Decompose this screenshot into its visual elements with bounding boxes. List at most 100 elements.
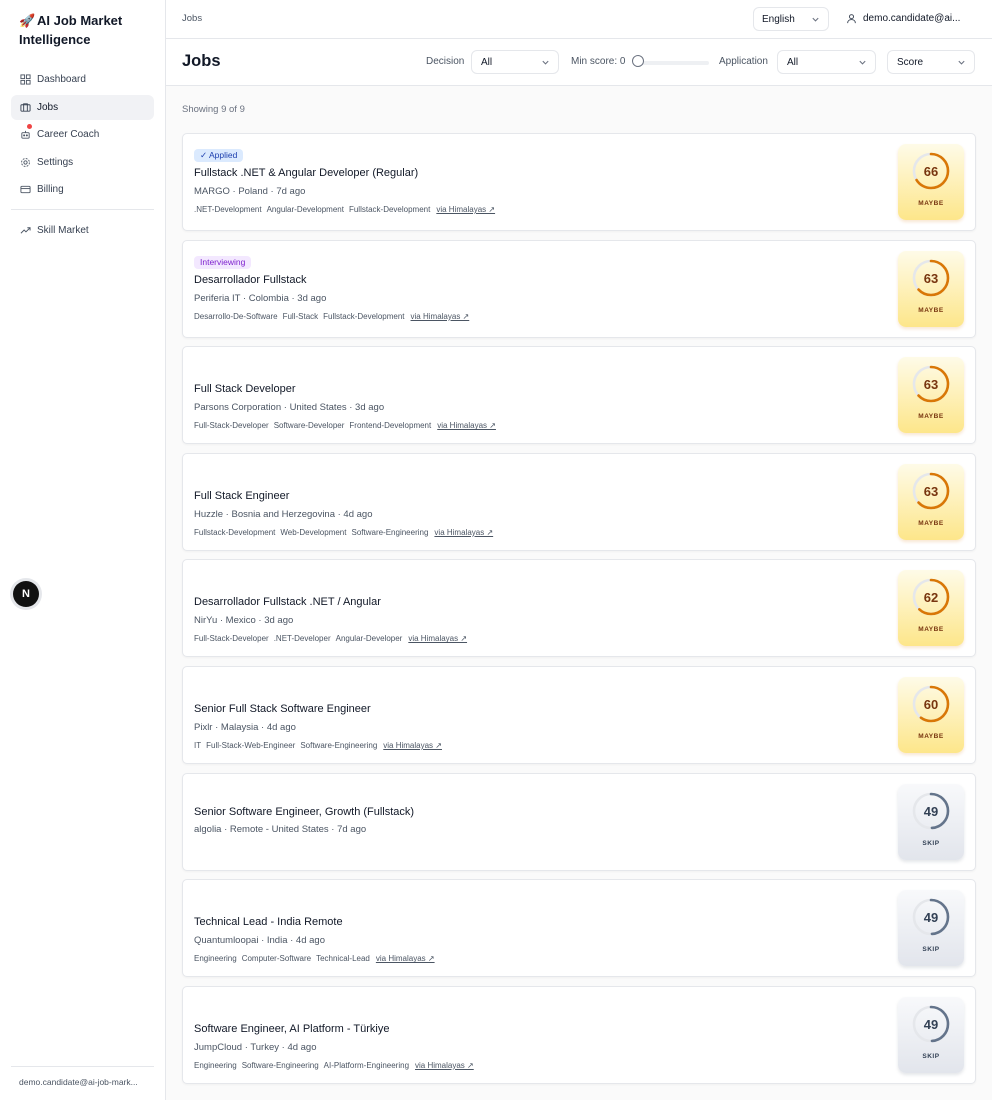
job-title[interactable]: Full Stack Developer xyxy=(194,383,296,395)
job-meta: Huzzle · Bosnia and Herzegovina · 4d ago xyxy=(194,508,373,520)
source-link[interactable]: via Himalayas ↗ xyxy=(383,741,442,750)
job-card[interactable]: ✓ Applied Fullstack .NET & Angular Develo… xyxy=(182,133,976,231)
min-score-label: Min score: 0 xyxy=(571,56,626,67)
score-value: 63 xyxy=(923,483,939,499)
job-title[interactable]: Senior Software Engineer, Growth (Fullst… xyxy=(194,806,414,818)
job-tag: AI-Platform-Engineering xyxy=(323,1060,410,1070)
job-tags: Engineering Computer-Software Technical-Le… xyxy=(194,954,435,963)
job-title[interactable]: Desarrollador Fullstack xyxy=(194,274,306,286)
source-link[interactable]: via Himalayas ↗ xyxy=(415,1061,474,1070)
score-value: 63 xyxy=(923,270,939,286)
source-link[interactable]: via Himalayas ↗ xyxy=(376,954,435,963)
job-tags: .NET-Development Angular-Development Fulls… xyxy=(194,205,495,214)
user-menu[interactable]: demo.candidate@ai... xyxy=(846,13,960,24)
job-tag: Full-Stack-Developer xyxy=(194,634,269,644)
score-value: 49 xyxy=(923,803,939,819)
job-tag: Full-Stack-Web-Engineer xyxy=(206,741,296,750)
source-link[interactable]: via Himalayas ↗ xyxy=(411,312,470,321)
job-tag: Web-Development xyxy=(280,527,347,537)
job-tags: IT Full-Stack-Web-Engineer Software-Engine… xyxy=(194,741,442,750)
nextjs-dev-badge[interactable]: N xyxy=(13,581,39,607)
application-status-badge: Interviewing xyxy=(194,255,252,269)
breadcrumb[interactable]: Jobs xyxy=(182,13,202,24)
score-value: 66 xyxy=(923,164,939,179)
sidebar-item-label: Career Coach xyxy=(37,129,100,141)
sidebar-item-settings[interactable]: Settings xyxy=(11,150,154,175)
chevron-down-icon xyxy=(859,60,866,65)
job-title[interactable]: Software Engineer, AI Platform - Türkiye xyxy=(194,1023,389,1035)
sidebar-item-career-coach[interactable]: Career Coach xyxy=(11,122,154,147)
job-meta: MARGO · Poland · 7d ago xyxy=(194,186,306,197)
job-meta: Periferia IT · Colombia · 3d ago xyxy=(194,292,327,304)
briefcase-icon xyxy=(20,102,31,112)
source-link[interactable]: via Himalayas ↗ xyxy=(434,528,493,537)
job-card[interactable]: Full Stack Developer Parsons Corporation … xyxy=(182,346,976,445)
language-select[interactable]: English xyxy=(753,7,829,31)
job-tags: Desarrollo-De-Software Full-Stack Fullstac… xyxy=(194,312,469,321)
score-badge: 63 MAYBE xyxy=(898,463,964,540)
job-tag: Desarrollo-De-Software xyxy=(194,311,278,321)
job-tags: Full-Stack-Developer Software-Developer Fr… xyxy=(194,421,496,430)
score-value: 49 xyxy=(923,910,939,926)
job-tag: Angular-Development xyxy=(266,205,344,214)
job-card[interactable]: Software Engineer, AI Platform - Türkiye… xyxy=(182,985,976,1084)
application-label: Application xyxy=(719,56,768,67)
job-card[interactable]: Senior Software Engineer, Growth (Fullst… xyxy=(182,772,976,871)
job-card[interactable]: Technical Lead - India Remote Quantumloop… xyxy=(182,879,976,978)
job-title[interactable]: Technical Lead - India Remote xyxy=(194,916,343,928)
job-title[interactable]: Full Stack Engineer xyxy=(194,490,289,502)
sidebar-item-label: Jobs xyxy=(37,101,59,113)
brand[interactable]: 🚀 AI Job Market Intelligence xyxy=(19,11,159,49)
sort-select[interactable]: Score xyxy=(887,50,975,74)
source-link[interactable]: via Himalayas ↗ xyxy=(436,205,495,214)
chevron-down-icon xyxy=(542,60,549,65)
job-card[interactable]: Senior Full Stack Software Engineer Pixlr… xyxy=(182,666,976,764)
sidebar-item-dashboard[interactable]: Dashboard xyxy=(11,67,154,92)
sort-value: Score xyxy=(897,56,924,68)
sidebar-item-billing[interactable]: Billing xyxy=(11,177,154,202)
sidebar-item-label: Skill Market xyxy=(37,225,89,236)
dashboard-icon xyxy=(20,74,31,85)
job-tags: Engineering Software-Engineering AI-Platfo… xyxy=(194,1061,474,1070)
decision-label: SKIP xyxy=(922,839,940,847)
rocket-icon: 🚀 xyxy=(19,13,36,28)
job-tag: Software-Engineering xyxy=(300,741,378,750)
job-tag: Fullstack-Development xyxy=(323,311,405,321)
sidebar-item-label: Dashboard xyxy=(37,74,86,85)
account-email[interactable]: demo.candidate@ai-job-mark... xyxy=(19,1077,138,1087)
job-card[interactable]: Interviewing Desarrollador Fullstack Perif… xyxy=(182,239,976,338)
source-link[interactable]: via Himalayas ↗ xyxy=(408,634,467,643)
decision-label: MAYBE xyxy=(918,306,944,314)
decision-label: MAYBE xyxy=(918,626,944,634)
job-tag: Technical-Lead xyxy=(316,954,370,964)
job-meta: JumpCloud · Turkey · 4d ago xyxy=(194,1041,317,1053)
job-card[interactable]: Full Stack Engineer Huzzle · Bosnia and H… xyxy=(182,452,976,551)
job-title[interactable]: Fullstack .NET & Angular Developer (Regu… xyxy=(194,167,418,179)
credit-card-icon xyxy=(20,186,31,194)
footer-divider xyxy=(11,1066,154,1067)
job-tag: Fullstack-Development xyxy=(348,205,431,214)
job-title[interactable]: Senior Full Stack Software Engineer xyxy=(194,703,371,715)
sidebar-item-jobs[interactable]: Jobs xyxy=(11,94,154,120)
job-tag: Fullstack-Development xyxy=(194,527,276,537)
job-tag: Full-Stack-Developer xyxy=(194,421,269,431)
job-tag: IT xyxy=(194,741,202,750)
job-tag: Engineering xyxy=(194,954,237,964)
application-value: All xyxy=(787,56,799,68)
application-select[interactable]: All xyxy=(777,50,876,74)
min-score-slider-track[interactable] xyxy=(639,61,709,65)
trending-up-icon xyxy=(20,227,31,234)
job-tag: Software-Engineering xyxy=(351,527,429,537)
score-badge: 66 MAYBE xyxy=(898,144,964,220)
topbar: Jobs English demo.candidate@ai... xyxy=(166,0,992,39)
decision-label: SKIP xyxy=(922,1052,940,1060)
min-score-slider-thumb[interactable] xyxy=(632,55,644,67)
source-link[interactable]: via Himalayas ↗ xyxy=(437,421,496,430)
decision-select[interactable]: All xyxy=(471,50,559,74)
job-meta: algolia · Remote - United States · 7d ag… xyxy=(194,823,367,835)
job-tag: .NET-Development xyxy=(194,205,262,214)
job-title[interactable]: Desarrollador Fullstack .NET / Angular xyxy=(194,596,381,608)
sidebar-item-skill-market[interactable]: Skill Market xyxy=(11,218,154,243)
job-card[interactable]: Desarrollador Fullstack .NET / Angular Ni… xyxy=(182,559,976,658)
job-tag: Computer-Software xyxy=(241,954,312,964)
